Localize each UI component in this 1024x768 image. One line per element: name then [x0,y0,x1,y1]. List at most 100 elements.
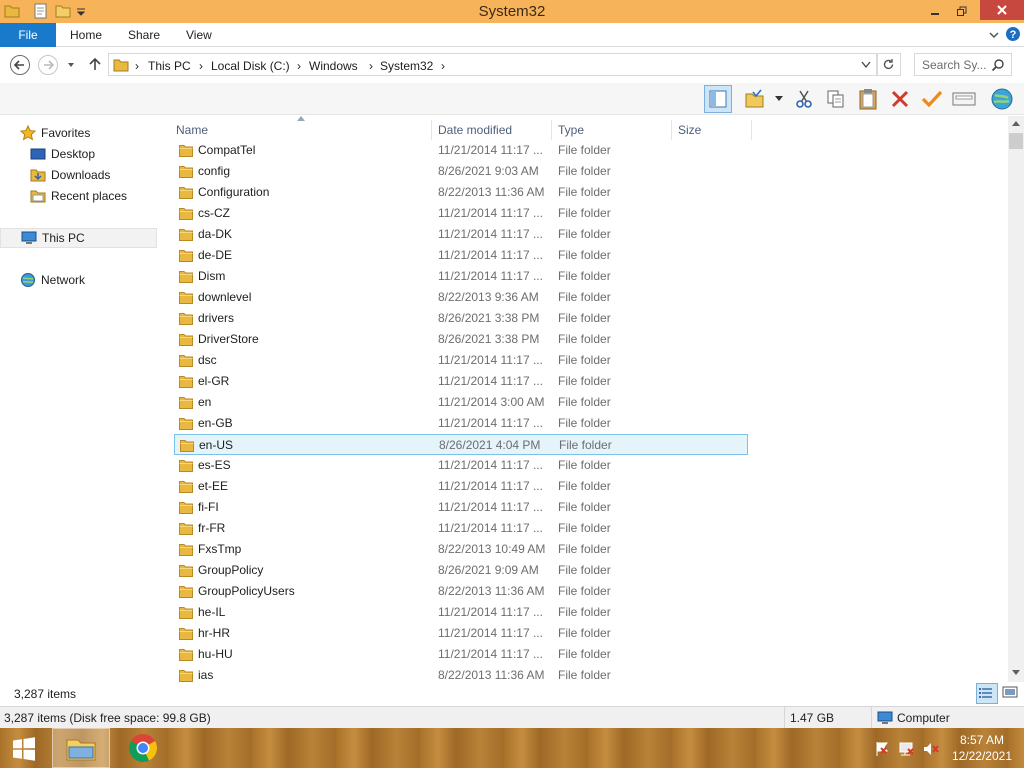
refresh-button[interactable] [876,53,901,76]
scroll-down-arrow-icon[interactable] [1012,670,1020,676]
start-button[interactable] [6,734,42,764]
file-type: File folder [558,269,611,283]
file-date-modified: 11/21/2014 11:17 ... [438,626,543,640]
network-status-icon[interactable] [898,741,916,757]
file-name: downlevel [198,290,252,304]
svg-text:?: ? [1010,29,1017,41]
table-row[interactable]: he-IL 11/21/2014 11:17 ... File folder [174,602,748,623]
table-row[interactable]: cs-CZ 11/21/2014 11:17 ... File folder [174,203,748,224]
table-row[interactable]: da-DK 11/21/2014 11:17 ... File folder [174,224,748,245]
table-row[interactable]: en-GB 11/21/2014 11:17 ... File folder [174,413,748,434]
tab-file[interactable]: File [0,23,56,47]
column-header-size[interactable]: Size [672,120,752,140]
vertical-scrollbar[interactable] [1008,116,1024,682]
preview-pane-button[interactable] [704,85,732,113]
forward-button[interactable] [37,54,59,76]
folder-icon [179,375,193,388]
rename-button[interactable] [918,85,946,113]
breadcrumb-system32[interactable]: System32 [380,59,433,73]
breadcrumb-separator-icon[interactable]: › [369,59,373,73]
address-history-chevron-icon[interactable] [861,61,871,69]
breadcrumb-this-pc[interactable]: This PC [148,59,191,73]
nav-downloads[interactable]: Downloads [30,165,110,185]
tab-view[interactable]: View [172,23,226,47]
table-row[interactable]: hu-HU 11/21/2014 11:17 ... File folder [174,644,748,665]
tab-share[interactable]: Share [114,23,174,47]
help-icon[interactable]: ? [1005,26,1021,42]
table-row[interactable]: fr-FR 11/21/2014 11:17 ... File folder [174,518,748,539]
table-row[interactable]: config 8/26/2021 9:03 AM File folder [174,161,748,182]
file-date-modified: 11/21/2014 11:17 ... [438,479,543,493]
status-location: Computer [897,711,950,725]
scroll-thumb[interactable] [1009,133,1023,149]
table-row[interactable]: Configuration 8/22/2013 11:36 AM File fold… [174,182,748,203]
column-header-date-modified[interactable]: Date modified [432,120,552,140]
breadcrumb-separator-icon[interactable]: › [135,59,139,73]
table-row[interactable]: hr-HR 11/21/2014 11:17 ... File folder [174,623,748,644]
system-clock[interactable]: 8:57 AM 12/22/2021 [952,732,1012,764]
table-row[interactable]: dsc 11/21/2014 11:17 ... File folder [174,350,748,371]
table-row[interactable]: downlevel 8/22/2013 9:36 AM File folder [174,287,748,308]
volume-muted-icon[interactable] [922,741,940,757]
back-button[interactable] [9,54,31,76]
table-row[interactable]: el-GR 11/21/2014 11:17 ... File folder [174,371,748,392]
table-row[interactable]: en 11/21/2014 3:00 AM File folder [174,392,748,413]
nav-network[interactable]: Network [20,270,85,290]
breadcrumb-local-disk[interactable]: Local Disk (C:) [211,59,290,73]
table-row[interactable]: drivers 8/26/2021 3:38 PM File folder [174,308,748,329]
file-type: File folder [558,500,611,514]
file-type: File folder [558,248,611,262]
organize-button[interactable] [742,85,770,113]
action-center-flag-icon[interactable] [874,741,890,757]
table-row[interactable]: Dism 11/21/2014 11:17 ... File folder [174,266,748,287]
copy-button[interactable] [822,85,850,113]
search-icon[interactable] [991,58,1005,72]
internet-button[interactable] [988,85,1016,113]
minimize-button[interactable] [922,0,948,22]
file-date-modified: 11/21/2014 11:17 ... [438,374,543,388]
file-type: File folder [558,332,611,346]
expand-ribbon-icon[interactable] [988,29,1000,41]
close-button[interactable] [980,0,1024,20]
breadcrumb-separator-icon[interactable]: › [199,59,203,73]
properties-button[interactable] [950,85,978,113]
item-count: 3,287 items [14,687,77,701]
paste-button[interactable] [854,85,882,113]
column-header-name[interactable]: Name [170,120,432,140]
table-row[interactable]: CompatTel 11/21/2014 11:17 ... File folder [174,140,748,161]
search-input[interactable]: Search Sy... [914,53,1012,76]
file-name: ias [198,668,214,682]
folder-check-icon [745,89,764,108]
nav-favorites[interactable]: Favorites [20,123,90,143]
delete-button[interactable] [886,85,914,113]
details-view-button[interactable] [976,683,998,704]
taskbar-chrome[interactable] [126,732,160,764]
tab-home[interactable]: Home [56,23,116,47]
breadcrumb-separator-icon[interactable]: › [441,59,445,73]
taskbar-file-explorer[interactable] [52,728,110,768]
up-button[interactable] [87,56,103,72]
table-row[interactable]: fi-FI 11/21/2014 11:17 ... File folder [174,497,748,518]
large-icons-view-button[interactable] [1000,683,1022,704]
table-row[interactable]: en-US 8/26/2021 4:04 PM File folder [174,434,748,455]
nav-recent-places[interactable]: Recent places [30,186,127,206]
nav-desktop[interactable]: Desktop [30,144,95,164]
table-row[interactable]: DriverStore 8/26/2021 3:38 PM File folder [174,329,748,350]
table-row[interactable]: de-DE 11/21/2014 11:17 ... File folder [174,245,748,266]
restore-button[interactable] [949,0,975,22]
scroll-up-arrow-icon[interactable] [1012,120,1020,126]
large-icons-view-icon [1002,686,1018,698]
address-bar[interactable]: › This PC › Local Disk (C:) › Windows › … [108,53,878,76]
organize-chevron-icon[interactable] [775,96,783,102]
breadcrumb-windows[interactable]: Windows [309,59,358,73]
table-row[interactable]: et-EE 11/21/2014 11:17 ... File folder [174,476,748,497]
table-row[interactable]: GroupPolicy 8/26/2021 9:09 AM File folder [174,560,748,581]
column-header-type[interactable]: Type [552,120,672,140]
nav-this-pc[interactable]: This PC [0,228,157,248]
table-row[interactable]: es-ES 11/21/2014 11:17 ... File folder [174,455,748,476]
table-row[interactable]: GroupPolicyUsers 8/22/2013 11:36 AM File f… [174,581,748,602]
recent-locations-chevron-icon[interactable] [66,60,76,70]
breadcrumb-separator-icon[interactable]: › [297,59,301,73]
cut-button[interactable] [790,85,818,113]
table-row[interactable]: FxsTmp 8/22/2013 10:49 AM File folder [174,539,748,560]
